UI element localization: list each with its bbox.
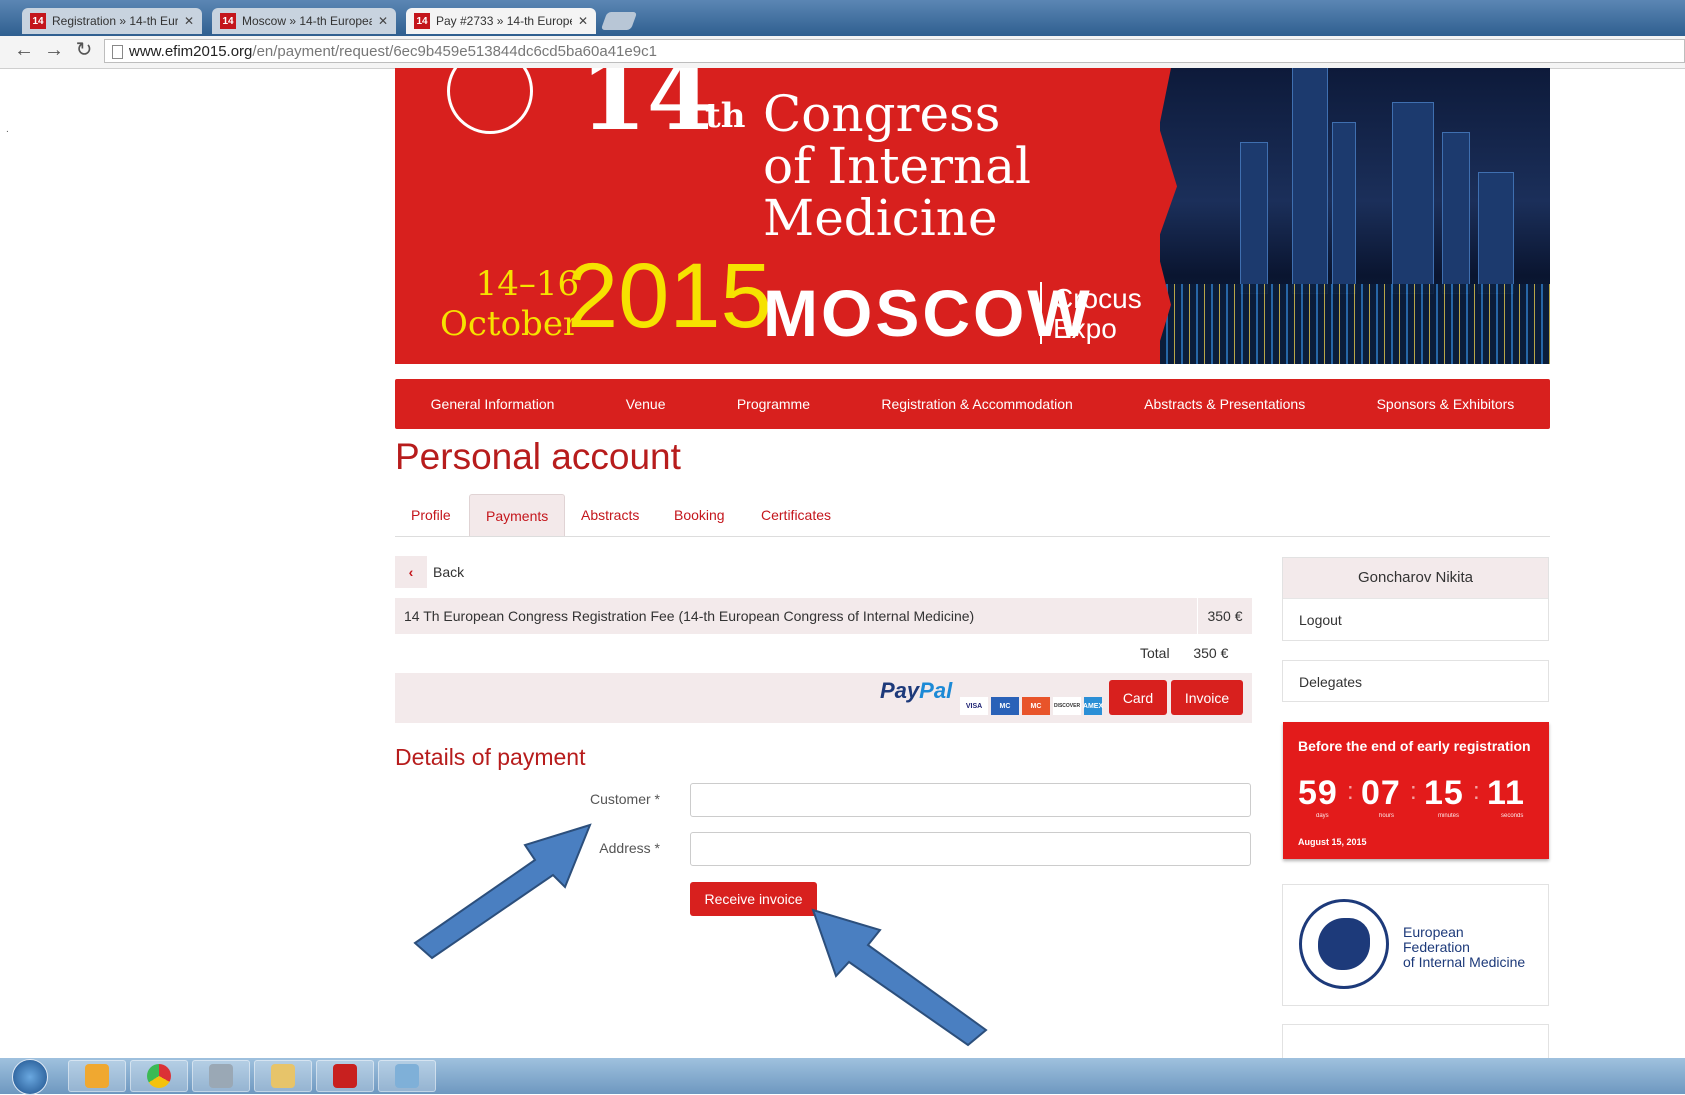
tab-abstracts[interactable]: Abstracts [565,494,655,536]
site-favicon-icon: 14 [414,13,430,29]
menu-abstracts-presentations[interactable]: Abstracts & Presentations [1144,396,1305,412]
user-name: Goncharov Nikita [1283,558,1548,598]
start-button-icon[interactable] [12,1059,48,1095]
card-button[interactable]: Card [1109,680,1167,715]
days-unit: days [1316,813,1329,819]
banner-number: 14 [580,68,714,152]
delegates-link[interactable]: Delegates [1282,660,1549,702]
countdown-title: Before the end of early registration [1298,738,1531,754]
logout-link[interactable]: Logout [1283,598,1548,642]
hours-unit: hours [1379,813,1395,819]
banner-venue: Crocus Expo [1053,283,1142,344]
moscow-city-photo [1160,68,1550,364]
site-favicon-icon: 14 [30,13,46,29]
minutes-unit: minutes [1438,813,1460,819]
countdown-seconds: 11 [1487,774,1525,812]
countdown-hours: 07 [1361,774,1401,812]
annotation-arrow-icon [413,823,592,960]
tab-payments[interactable]: Payments [469,494,566,536]
back-arrow-icon[interactable]: ← [12,38,36,62]
chrome-taskbar-icon[interactable] [130,1060,188,1092]
back-label: Back [433,564,465,580]
main-menu: General Information Venue Programme Regi… [395,379,1550,429]
banner-title: Congress of Internal Medicine [763,85,1032,247]
calculator-taskbar-icon[interactable] [192,1060,250,1092]
browser-tab-registration[interactable]: 14 Registration » 14-th Europ ✕ [22,8,202,34]
stray-dot: . [6,124,9,135]
close-tab-icon[interactable]: ✕ [184,14,194,28]
countdown-days: 59 [1298,774,1338,812]
seconds-unit: seconds [1501,813,1524,819]
url-domain: www.efim2015.org [129,43,253,60]
countdown-minutes: 15 [1424,774,1464,812]
countdown-deadline: August 15, 2015 [1298,837,1367,847]
total-label: Total [1140,645,1170,661]
page-icon [112,45,123,59]
visa-icon: VISA [960,697,988,715]
amex-icon: AMEX [1083,697,1103,715]
paint-taskbar-icon[interactable] [378,1060,436,1092]
early-registration-countdown: Before the end of early registration 59 … [1283,722,1549,859]
os-taskbar [0,1058,1685,1095]
back-link[interactable]: ‹ Back [395,556,464,588]
details-heading: Details of payment [395,744,586,770]
paypal-logo[interactable]: PayPal [880,678,952,704]
banner-separator [1040,282,1042,344]
menu-general-information[interactable]: General Information [431,396,555,412]
efim-name: European Federation of Internal Medicine [1403,924,1526,970]
discover-icon: DISCOVER [1053,697,1081,715]
menu-programme[interactable]: Programme [737,396,810,412]
total-row: Total 350 € [1140,645,1228,661]
tab-profile[interactable]: Profile [395,494,467,536]
mastercard-icon: MC [1022,697,1050,715]
maestro-icon: MC [991,697,1019,715]
invoice-button[interactable]: Invoice [1171,680,1243,715]
url-path: /en/payment/request/6ec9b459e513844dc6cd… [252,43,657,60]
browser-tab-pay[interactable]: 14 Pay #2733 » 14-th Europe ✕ [406,8,596,34]
fee-amount: 350 € [1197,598,1252,634]
address-input[interactable] [690,832,1251,866]
tab-booking[interactable]: Booking [658,494,741,536]
fee-description: 14 Th European Congress Registration Fee… [404,608,975,624]
receive-invoice-button[interactable]: Receive invoice [690,882,817,916]
banner-city: MOSCOW [763,276,1093,350]
address-bar[interactable]: www.efim2015.org/en/payment/request/6ec9… [104,39,1685,63]
banner-dates: 14–16 October [440,264,580,344]
menu-venue[interactable]: Venue [626,396,666,412]
total-value: 350 € [1193,645,1229,661]
account-tabs: Profile Payments Abstracts Booking Certi… [395,494,1550,537]
browser-tab-moscow[interactable]: 14 Moscow » 14-th European ✕ [212,8,396,34]
customer-label: Customer * [589,791,660,807]
page-title: Personal account [395,436,681,477]
outlook-taskbar-icon[interactable] [68,1060,126,1092]
tab-title: Moscow » 14-th European [242,14,372,28]
banner-year: 2015 [567,245,772,347]
explorer-taskbar-icon[interactable] [254,1060,312,1092]
tab-title: Registration » 14-th Europ [52,14,178,28]
close-tab-icon[interactable]: ✕ [578,14,588,28]
efim-emblem-icon [447,68,533,134]
menu-sponsors-exhibitors[interactable]: Sponsors & Exhibitors [1377,396,1515,412]
congress-banner: 14 th Congress of Internal Medicine 14–1… [395,68,1550,364]
efim-globe-icon [1299,899,1389,989]
tab-title: Pay #2733 » 14-th Europe [436,14,572,28]
customer-input[interactable] [690,783,1251,817]
card-logos: VISA MC MC DISCOVER AMEX [960,697,1103,715]
efim-partner-box[interactable]: European Federation of Internal Medicine [1282,884,1549,1006]
annotation-arrow-icon [811,908,988,1047]
reload-icon[interactable]: ↻ [72,38,96,62]
chevron-left-icon: ‹ [395,556,427,588]
acrobat-taskbar-icon[interactable] [316,1060,374,1092]
menu-registration-accommodation[interactable]: Registration & Accommodation [881,396,1072,412]
site-favicon-icon: 14 [220,13,236,29]
banner-suffix: th [705,96,746,136]
tab-certificates[interactable]: Certificates [745,494,847,536]
forward-arrow-icon[interactable]: → [42,38,66,62]
user-box: Goncharov Nikita Logout [1282,557,1549,641]
fee-row: 14 Th European Congress Registration Fee… [395,598,1252,634]
close-tab-icon[interactable]: ✕ [378,14,388,28]
